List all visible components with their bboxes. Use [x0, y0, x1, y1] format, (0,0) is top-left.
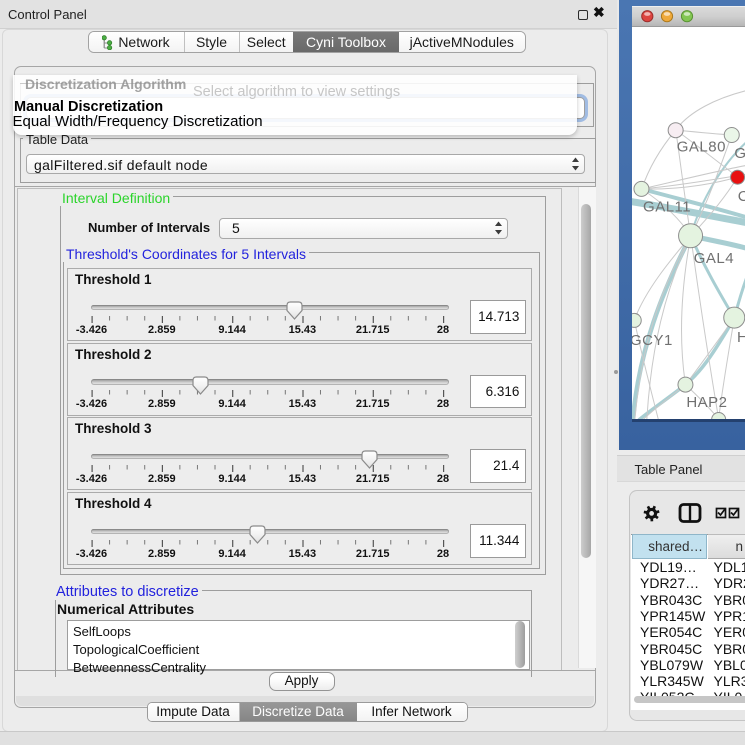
- svg-text:GA…: GA…: [734, 145, 745, 162]
- svg-text:HAP2: HAP2: [686, 394, 727, 411]
- svg-text:GAL11: GAL11: [643, 199, 691, 216]
- svg-text:H: H: [737, 329, 745, 346]
- svg-text:C…: C…: [737, 188, 745, 205]
- svg-text:GAL4: GAL4: [693, 250, 733, 267]
- svg-text:GCY1: GCY1: [632, 332, 673, 349]
- svg-text:GAL80: GAL80: [676, 139, 725, 156]
